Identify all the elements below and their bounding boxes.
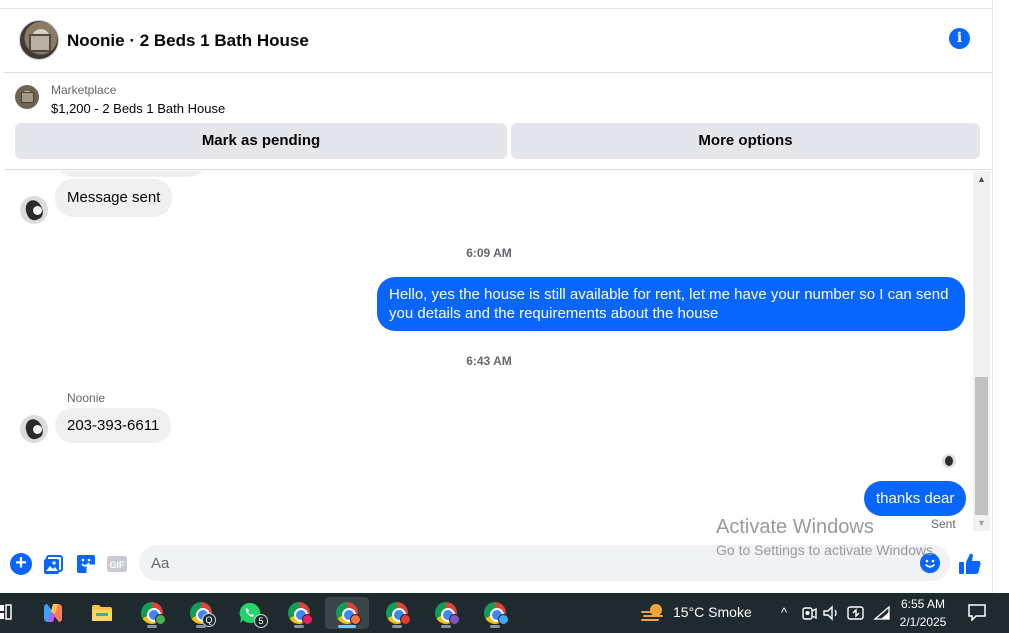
partial-message-bubble: [55, 171, 207, 177]
taskbar-indicator: [490, 625, 500, 628]
show-hidden-icons-icon[interactable]: ^: [775, 603, 793, 623]
notification-center-icon[interactable]: [967, 603, 987, 621]
sender-avatar[interactable]: [20, 196, 48, 224]
scrollbar-thumb[interactable]: [975, 377, 988, 515]
weather-smoke-icon[interactable]: [640, 602, 666, 624]
profile-dot: [350, 614, 361, 625]
notification-badge: 5: [254, 614, 268, 628]
battery-saver-icon[interactable]: [847, 603, 865, 623]
task-view-icon[interactable]: [0, 603, 12, 623]
gif-icon[interactable]: GIF: [106, 553, 128, 575]
meet-now-icon[interactable]: [800, 603, 818, 623]
top-strip: [0, 0, 992, 9]
weather-text[interactable]: 15°C Smoke: [673, 604, 752, 620]
profile-dot: [498, 614, 509, 625]
taskbar-chrome-profile-2[interactable]: Q: [179, 597, 223, 629]
conversation-title[interactable]: Noonie · 2 Beds 1 Bath House: [67, 31, 309, 51]
gif-label: GIF: [110, 560, 126, 570]
profile-dot: [302, 614, 313, 625]
messenger-window: Noonie · 2 Beds 1 Bath House i Marketpla…: [0, 0, 1009, 593]
taskbar-chrome-profile-5[interactable]: [375, 597, 419, 629]
info-icon[interactable]: i: [949, 28, 970, 49]
listing-thumbnail[interactable]: [15, 85, 39, 109]
taskbar-indicator: [338, 625, 356, 628]
taskbar-chrome-profile-1[interactable]: [130, 597, 174, 629]
taskbar-indicator: [147, 625, 157, 628]
thumbs-up-icon[interactable]: [958, 552, 982, 576]
scroll-up-icon[interactable]: ▲: [973, 173, 990, 185]
message-timestamp: 6:43 AM: [466, 354, 512, 368]
marketplace-label: Marketplace: [51, 83, 117, 97]
taskbar-copilot[interactable]: [31, 597, 75, 629]
copilot-icon: [44, 604, 62, 622]
taskbar-indicator: [294, 625, 304, 628]
sender-name: Noonie: [67, 391, 106, 405]
taskbar-chrome-profile-4[interactable]: [325, 597, 369, 629]
activate-windows-subtitle: Go to Settings to activate Windows.: [716, 542, 937, 558]
taskbar-whatsapp[interactable]: 5: [228, 597, 272, 629]
incoming-message[interactable]: 203-393-6611: [55, 408, 172, 443]
message-status: Sent: [931, 517, 956, 531]
listing-title[interactable]: $1,200 - 2 Beds 1 Bath House: [51, 101, 225, 116]
seen-indicator-avatar: [942, 454, 956, 468]
thread-scrollbar[interactable]: ▲ ▼: [973, 171, 990, 531]
incoming-message[interactable]: Message sent: [55, 179, 173, 217]
sticker-icon[interactable]: [75, 553, 97, 575]
activate-windows-title: Activate Windows: [716, 516, 874, 538]
mark-as-pending-button[interactable]: Mark as pending: [15, 123, 507, 159]
profile-dot: [449, 614, 460, 625]
clock-date[interactable]: 2/1/2025: [897, 615, 949, 629]
message-thread[interactable]: Message sent 6:09 AM Hello, yes the hous…: [0, 171, 973, 531]
folder-icon: [92, 605, 112, 621]
wifi-icon[interactable]: [873, 603, 891, 623]
message-timestamp: 6:09 AM: [466, 246, 512, 260]
taskbar-chrome-profile-7[interactable]: [473, 597, 517, 629]
right-gutter: [992, 0, 1009, 593]
marketplace-listing: Marketplace $1,200 - 2 Beds 1 Bath House…: [4, 74, 992, 170]
profile-dot: [400, 614, 411, 625]
volume-icon[interactable]: [822, 603, 840, 623]
conversation-avatar[interactable]: [19, 20, 59, 60]
image-icon[interactable]: [43, 553, 65, 575]
plus-icon[interactable]: +: [10, 553, 32, 575]
taskbar-indicator: [196, 625, 206, 628]
taskbar-indicator: [441, 625, 451, 628]
more-options-button[interactable]: More options: [511, 123, 980, 159]
taskbar-file-explorer[interactable]: [80, 597, 124, 629]
sender-avatar[interactable]: [20, 415, 48, 443]
profile-dot: [155, 614, 166, 625]
taskbar-chrome-profile-3[interactable]: [277, 597, 321, 629]
clock-time[interactable]: 6:55 AM: [900, 597, 946, 611]
outgoing-message[interactable]: Hello, yes the house is still available …: [377, 277, 965, 331]
conversation-header: Noonie · 2 Beds 1 Bath House i: [4, 9, 992, 73]
taskbar-indicator: [392, 625, 402, 628]
outgoing-message[interactable]: thanks dear: [864, 481, 967, 516]
scroll-down-icon[interactable]: ▼: [973, 517, 990, 529]
taskbar-chrome-profile-6[interactable]: [424, 597, 468, 629]
